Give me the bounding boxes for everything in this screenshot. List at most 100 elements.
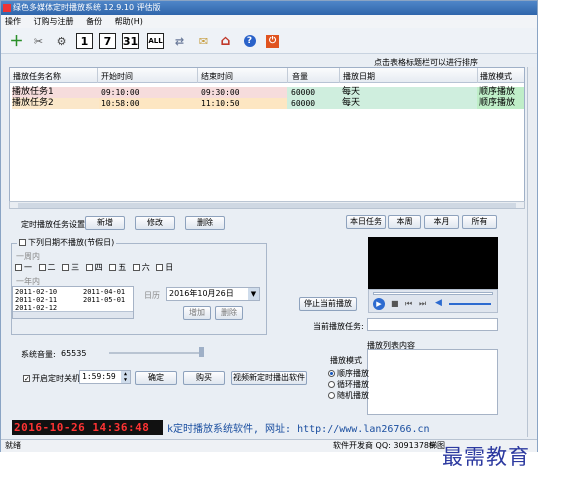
cell-volume: 60000 (287, 98, 340, 109)
calendar-all-icon[interactable]: ALL (147, 33, 164, 49)
playlist-box[interactable] (367, 349, 498, 415)
add-task-button[interactable]: 新增 (85, 216, 125, 230)
video-software-button[interactable]: 视频新定时播出软件 (231, 371, 307, 385)
next-icon[interactable]: ⏭ (419, 299, 426, 309)
weekday-checkbox[interactable] (62, 264, 70, 271)
cell-end: 09:30:00 (197, 87, 287, 98)
watermark-text: 最需教育 (442, 445, 530, 469)
table-row[interactable]: 播放任务2 10:58:00 11:10:50 60000 每天 顺序播放 (10, 98, 524, 109)
speaker-icon[interactable]: ◀ (435, 298, 442, 308)
confirm-button[interactable]: 确定 (135, 371, 177, 385)
help-icon[interactable]: ? (243, 35, 256, 47)
weekday-checkbox[interactable] (38, 264, 46, 271)
edit-task-button[interactable]: 修改 (135, 216, 175, 230)
website-banner[interactable]: k定时播放系统软件, 网址: http://www.lan26766.cn (167, 420, 430, 435)
stop-icon[interactable]: ■ (391, 299, 399, 308)
col-play-date[interactable]: 播放日期 (343, 71, 375, 82)
task-table[interactable]: 播放任务名称 开始时间 结束时间 音量 播放日期 播放模式 播放任务1 09:1… (9, 67, 525, 202)
cell-mode: 顺序播放 (477, 98, 524, 109)
holiday-date-list[interactable]: 2011-02-10 2011-02-11 2011-02-12 2011-04… (12, 286, 134, 319)
title-bar: 绿色多媒体定时播放系统 12.9.10 评估版 (1, 1, 537, 15)
radio-button[interactable] (328, 381, 335, 388)
menu-help[interactable]: 帮助(H) (115, 17, 143, 26)
col-volume[interactable]: 音量 (292, 71, 308, 82)
weekday-checkbox[interactable] (132, 264, 140, 271)
col-play-mode[interactable]: 播放模式 (480, 71, 512, 82)
power-icon[interactable]: ⏻ (266, 34, 279, 48)
col-task-name[interactable]: 播放任务名称 (13, 71, 61, 82)
cell-task: 播放任务1 (12, 87, 99, 98)
weekday-row: 一 二 三 四 五 六 日 (15, 262, 173, 273)
envelope-icon[interactable]: ✉ (194, 32, 213, 50)
month-button[interactable]: 本月 (424, 215, 459, 229)
radio-sequential[interactable]: 顺序播放 (328, 368, 369, 379)
current-task-label: 当前播放任务: (313, 322, 364, 331)
app-window: 绿色多媒体定时播放系统 12.9.10 评估版 操作 订购与注册 备份 帮助(H… (0, 0, 538, 452)
add-date-button[interactable]: 增加 (183, 306, 211, 320)
table-scrollbar[interactable] (9, 201, 525, 209)
volume-value: 65535 (61, 349, 87, 358)
cell-end: 11:10:50 (197, 98, 287, 109)
cell-volume: 60000 (287, 87, 340, 98)
system-volume-slider[interactable] (109, 352, 204, 354)
sync-icon[interactable]: ⇄ (170, 32, 189, 50)
menu-register[interactable]: 订购与注册 (34, 17, 74, 26)
status-ready: 就绪 (5, 441, 21, 450)
date-picker[interactable]: 2016年10月26日 ▼ (166, 287, 260, 301)
delete-date-button[interactable]: 删除 (215, 306, 243, 320)
holiday-checkbox[interactable] (19, 239, 26, 246)
week-button[interactable]: 本周 (388, 215, 421, 229)
window-title: 绿色多媒体定时播放系统 12.9.10 评估版 (13, 3, 161, 12)
calendar-7-icon[interactable]: 7 (99, 33, 116, 49)
status-developer: 软件开发商 QQ: 30913789 (333, 441, 435, 450)
radio-button[interactable] (328, 370, 335, 377)
weekday-checkbox[interactable] (15, 264, 22, 271)
holiday-label: 下列日期不播放(节假日) (28, 238, 115, 247)
seek-bar[interactable] (373, 292, 493, 295)
add-icon[interactable]: ＋ (7, 32, 26, 50)
all-button[interactable]: 所有 (462, 215, 497, 229)
spinner-icon[interactable]: ▲ ▼ (121, 371, 130, 383)
radio-loop[interactable]: 循环播放 (328, 379, 369, 390)
col-start-time[interactable]: 开始时间 (101, 71, 133, 82)
radio-button[interactable] (328, 392, 335, 399)
cell-start: 09:10:00 (99, 87, 197, 98)
today-tasks-button[interactable]: 本日任务 (346, 215, 386, 229)
play-mode-label: 播放模式 (330, 356, 362, 365)
radio-random[interactable]: 随机播放 (328, 390, 369, 401)
shutdown-toggle[interactable]: ✓ 开启定时关机 (23, 373, 80, 384)
buy-button[interactable]: 购买 (183, 371, 225, 385)
cell-date: 每天 (340, 87, 477, 98)
date-picker-label: 日历 (144, 291, 160, 300)
volume-label: 系统音量: (21, 350, 56, 359)
menu-backup[interactable]: 备份 (86, 17, 102, 26)
previous-icon[interactable]: ⏮ (405, 299, 412, 309)
settings-icon[interactable]: ⚙ (52, 32, 71, 50)
menu-bar: 操作 订购与注册 备份 帮助(H) (1, 15, 537, 28)
col-end-time[interactable]: 结束时间 (201, 71, 233, 82)
shutdown-time-input[interactable]: 1:59:59 ▲ ▼ (79, 370, 131, 384)
chevron-down-icon[interactable]: ▼ (248, 288, 259, 300)
media-player-controls[interactable]: ▶ ■ ⏮ ⏭ ◀ (368, 289, 498, 313)
table-row[interactable]: 播放任务1 09:10:00 09:30:00 60000 每天 顺序播放 (10, 87, 524, 98)
menu-operate[interactable]: 操作 (5, 17, 21, 26)
checkmark-icon[interactable]: ✓ (23, 375, 30, 383)
calendar-31-icon[interactable]: 31 (122, 33, 139, 49)
play-icon[interactable]: ▶ (373, 298, 385, 310)
task-settings-label: 定时播放任务设置: (21, 220, 88, 229)
volume-slider-thumb[interactable] (199, 347, 204, 357)
main-scrollbar[interactable] (527, 67, 536, 437)
date-list-scrollbar[interactable] (13, 311, 133, 318)
weekday-checkbox[interactable] (109, 264, 117, 271)
weekday-checkbox[interactable] (156, 264, 164, 271)
volume-slider[interactable] (449, 303, 491, 305)
holiday-toggle[interactable]: 下列日期不播放(节假日) (17, 237, 117, 248)
stop-playback-button[interactable]: 停止当前播放 (299, 297, 357, 311)
cell-task: 播放任务2 (12, 98, 99, 109)
delete-task-button[interactable]: 删除 (185, 216, 225, 230)
weekday-checkbox[interactable] (85, 264, 93, 271)
home-icon[interactable]: ⌂ (216, 32, 235, 50)
scissors-icon[interactable]: ✂ (29, 32, 48, 50)
cell-start: 10:58:00 (99, 98, 197, 109)
calendar-1-icon[interactable]: 1 (76, 33, 93, 49)
